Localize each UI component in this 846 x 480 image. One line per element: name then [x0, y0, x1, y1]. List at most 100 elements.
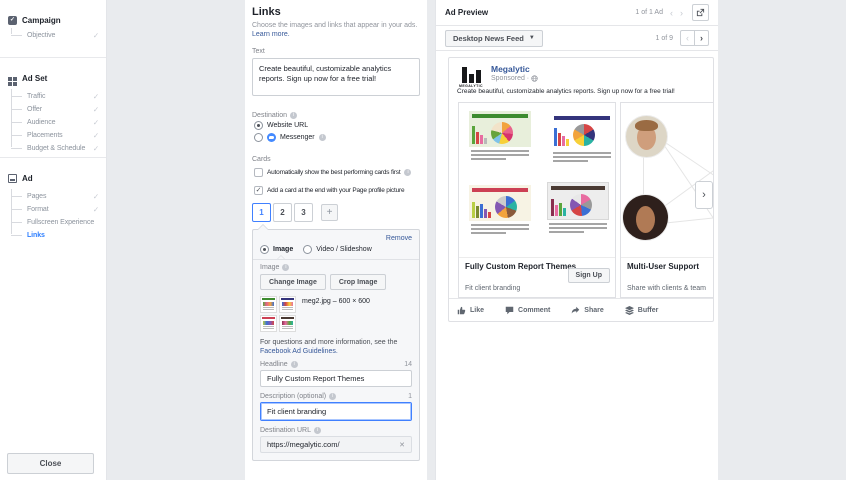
check-icon: ✓	[93, 129, 99, 142]
like-button[interactable]: Like	[457, 306, 484, 315]
section-label: Ad	[22, 174, 33, 183]
text-label: Text	[252, 48, 420, 55]
carousel-card-1-image	[459, 103, 615, 258]
prev-ad-button[interactable]: ‹	[670, 8, 673, 18]
facebook-ad-guidelines-link[interactable]: Facebook Ad Guidelines.	[260, 348, 338, 355]
sidebar-item-offer[interactable]: Offer ✓	[0, 103, 106, 116]
image-thumbnail	[260, 296, 296, 332]
check-icon: ✓	[93, 29, 99, 42]
info-icon: i	[291, 361, 298, 368]
ad-preview-title: Ad Preview	[445, 8, 488, 17]
sidebar-item-placements[interactable]: Placements ✓	[0, 129, 106, 142]
media-video-radio[interactable]: Video / Slideshow	[303, 243, 372, 255]
card-tab-1[interactable]: 1	[252, 203, 271, 222]
check-icon: ✓	[93, 203, 99, 216]
check-icon: ✓	[93, 142, 99, 155]
sidebar-item-fullscreen-experience[interactable]: Fullscreen Experience	[0, 216, 106, 229]
sidebar-item-budget-schedule[interactable]: Budget & Schedule ✓	[0, 142, 106, 155]
text-input[interactable]: Create beautiful, customizable analytics…	[252, 58, 420, 96]
description-char-count: 1	[408, 393, 412, 400]
ad-body-text: Create beautiful, customizable analytics…	[449, 83, 713, 95]
comment-button[interactable]: Comment	[505, 306, 550, 315]
card-tab-2[interactable]: 2	[273, 203, 292, 222]
add-card-tab-button[interactable]: +	[321, 204, 338, 221]
sidebar-item-traffic[interactable]: Traffic ✓	[0, 90, 106, 103]
radio-selected-icon	[254, 121, 263, 130]
check-icon: ✓	[93, 103, 99, 116]
headline-input[interactable]: Fully Custom Report Themes	[260, 370, 412, 387]
ad-preview-panel: Ad Preview 1 of 1 Ad ‹ › Desktop News Fe…	[435, 0, 718, 480]
destination-label: Destination	[252, 112, 287, 119]
section-ad: Ad	[0, 172, 106, 185]
open-external-button[interactable]	[692, 4, 709, 21]
section-ad-set: Ad Set	[0, 72, 106, 85]
messenger-icon	[267, 133, 276, 142]
info-icon: i	[290, 112, 297, 119]
close-button[interactable]: Close	[7, 453, 94, 474]
card-editor-panel: Remove Image Video / Slideshow Image i C…	[252, 229, 420, 461]
share-button[interactable]: Share	[571, 306, 603, 315]
section-label: Campaign	[22, 16, 61, 25]
card-2-description: Share with clients & team	[627, 285, 706, 292]
image-filename: meg2.jpg – 600 × 600	[302, 298, 370, 305]
carousel-card-1[interactable]: Fully Custom Report Themes Sign Up Fit c…	[458, 102, 616, 298]
change-image-button[interactable]: Change Image	[260, 274, 326, 290]
wizard-sidebar: Campaign Objective ✓ Ad Set Traffic ✓ Of…	[0, 0, 107, 480]
page-subtitle: Choose the images and links that appear …	[252, 22, 417, 29]
brand-logo: MEGALYTIC	[457, 64, 485, 92]
remove-card-link[interactable]: Remove	[386, 235, 412, 242]
caret-down-icon: ▼	[529, 35, 535, 41]
info-icon: i	[319, 134, 326, 141]
destination-messenger-radio[interactable]: Messenger i	[254, 131, 420, 144]
divider	[253, 259, 419, 260]
headline-char-count: 14	[404, 361, 412, 368]
bar-chart-logo-icon	[457, 66, 485, 83]
destination-website-radio[interactable]: Website URL	[254, 119, 420, 131]
description-input[interactable]: Fit client branding	[260, 402, 412, 421]
info-icon: i	[282, 264, 289, 271]
brand-link[interactable]: Megalytic	[491, 64, 713, 74]
image-label: Image	[260, 264, 279, 271]
description-label: Description (optional)	[260, 393, 326, 400]
auto-show-best-cards-checkbox[interactable]: Automatically show the best performing c…	[254, 166, 420, 178]
buffer-button[interactable]: Buffer	[625, 306, 659, 315]
sidebar-item-format[interactable]: Format ✓	[0, 203, 106, 216]
card-tab-3[interactable]: 3	[294, 203, 313, 222]
checkbox-icon	[254, 168, 263, 177]
learn-more-link[interactable]: Learn more.	[252, 31, 290, 38]
section-campaign: Campaign	[0, 14, 106, 27]
comment-icon	[505, 306, 514, 315]
ad-icon	[8, 174, 17, 183]
format-dropdown[interactable]: Desktop News Feed ▼	[445, 30, 543, 47]
links-form-panel: Links Choose the images and links that a…	[245, 0, 427, 480]
destination-url-input[interactable]: https://megalytic.com/ ✕	[260, 436, 412, 453]
sidebar-item-objective[interactable]: Objective ✓	[0, 29, 106, 42]
globe-icon	[531, 75, 538, 82]
check-icon: ✓	[93, 116, 99, 129]
next-frame-button[interactable]: ›	[694, 30, 709, 46]
guidelines-text: For questions and more information, see …	[260, 339, 397, 346]
thumbs-up-icon	[457, 306, 466, 315]
sidebar-item-audience[interactable]: Audience ✓	[0, 116, 106, 129]
crop-image-button[interactable]: Crop Image	[330, 274, 387, 290]
sidebar-item-pages[interactable]: Pages ✓	[0, 190, 106, 203]
next-ad-button[interactable]: ›	[680, 8, 683, 18]
add-end-card-checkbox[interactable]: ✓ Add a card at the end with your Page p…	[254, 184, 420, 196]
card-2-headline: Multi-User Support	[627, 262, 707, 271]
radio-icon	[303, 245, 312, 254]
prev-frame-button[interactable]: ‹	[680, 30, 695, 46]
info-icon: i	[404, 169, 411, 176]
sidebar-item-links[interactable]: Links	[0, 229, 106, 242]
headline-label: Headline	[260, 361, 288, 368]
destination-url-label: Destination URL	[260, 427, 311, 434]
sign-up-button[interactable]: Sign Up	[568, 268, 610, 283]
next-card-button[interactable]: ›	[695, 181, 713, 209]
card-tabs: 1 2 3 +	[252, 203, 420, 222]
section-label: Ad Set	[22, 74, 47, 83]
media-image-radio[interactable]: Image	[260, 243, 293, 255]
card-1-description: Fit client branding	[465, 285, 520, 292]
clear-url-icon[interactable]: ✕	[399, 441, 405, 449]
sponsored-label: Sponsored ·	[491, 74, 529, 83]
buffer-icon	[625, 306, 634, 315]
ad-pager: 1 of 1 Ad	[635, 9, 663, 16]
